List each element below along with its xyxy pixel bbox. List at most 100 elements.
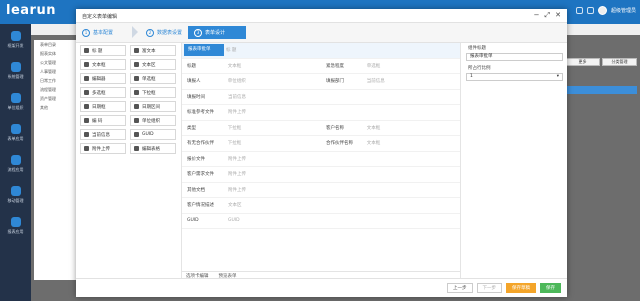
palette-upload[interactable]: 附件上传 xyxy=(80,143,126,154)
organization-icon xyxy=(134,118,139,123)
palette-title[interactable]: 标 题 xyxy=(80,45,126,56)
component-palette: 标 题富文本 文本框 文本区 编辑器 单选框 多选框 下拉框 日期框 日期区间 编 码单… xyxy=(80,45,178,157)
palette-guid[interactable]: GUID xyxy=(130,129,176,140)
properties-panel: 组件标题 报表审批单 所占行比例 1 ▾ xyxy=(466,45,563,81)
maximize-icon[interactable]: ⤢ xyxy=(545,12,551,19)
palette-date-range[interactable]: 日期区间 xyxy=(130,101,176,112)
minimize-icon[interactable]: − xyxy=(534,12,540,19)
rich-text-icon xyxy=(134,48,139,53)
field-value: 附件上传 xyxy=(228,172,246,178)
form-row[interactable]: 有无合作伙伴 下拉框 合作伙伴名称 文本框 xyxy=(182,136,460,152)
nav-item[interactable]: 表单应用 xyxy=(0,117,31,148)
step-basic-config[interactable]: 1 基本配置 xyxy=(76,26,136,39)
component-title-label: 组件标题 xyxy=(468,46,486,51)
palette-edit-table[interactable]: 编辑表格 xyxy=(130,143,176,154)
row-ratio-select[interactable]: 1 ▾ xyxy=(466,73,563,81)
title-icon xyxy=(84,48,89,53)
tree-item[interactable]: 其他 xyxy=(34,103,78,112)
background-panel: 表单目录 报表实体 公文管理 人事管理 日常工作 流程管理 资产管理 其他 xyxy=(34,40,78,280)
user-name[interactable]: 超级管理员 xyxy=(611,7,636,14)
window-controls: − ⤢ ✕ xyxy=(534,12,561,19)
form-canvas: 报表审批单 标 题 标题 文本框 紧急程度 单选框 填报人 单位组织 填报部门 当前信息 填… xyxy=(181,43,461,278)
field-label: 报价文件 xyxy=(187,156,205,162)
field-value: 单选框 xyxy=(366,63,381,69)
palette-editor[interactable]: 编辑器 xyxy=(80,73,126,84)
form-row[interactable]: 标题 文本框 紧急程度 单选框 xyxy=(182,59,460,74)
tree-item[interactable]: 人事管理 xyxy=(34,67,78,76)
field-value: 当前信息 xyxy=(366,79,385,85)
tree-item[interactable]: 公文管理 xyxy=(34,58,78,67)
field-label: 填报人 xyxy=(187,79,201,85)
field-label: 有无合作伙伴 xyxy=(187,141,214,147)
nav-item[interactable]: 框架开发 xyxy=(0,24,31,55)
palette-code[interactable]: 编 码 xyxy=(80,115,126,126)
palette-date[interactable]: 日期框 xyxy=(80,101,126,112)
palette-rich-text[interactable]: 富文本 xyxy=(130,45,176,56)
textarea-icon xyxy=(134,62,139,67)
left-nav: 框架开发 系统管理 单位组织 表单应用 流程应用 移动管理 报表应用 xyxy=(0,24,31,301)
form-row[interactable]: GUID GUID xyxy=(182,214,460,229)
step-label: 表单设计 xyxy=(205,30,226,36)
info-icon xyxy=(84,132,89,137)
avatar[interactable] xyxy=(597,6,607,15)
field-value: GUID xyxy=(228,218,240,224)
nav-item[interactable]: 报表应用 xyxy=(0,210,31,241)
field-value: 下拉框 xyxy=(227,141,242,147)
form-row[interactable]: 客户情况描述 文本区 xyxy=(182,198,460,214)
nav-item[interactable]: 流程应用 xyxy=(0,148,31,179)
next-step-button[interactable]: 下一步 xyxy=(476,283,502,293)
tree-item[interactable]: 日常工作 xyxy=(34,76,78,85)
field-label: 紧急程度 xyxy=(326,63,344,69)
palette-textarea[interactable]: 文本区 xyxy=(130,59,176,70)
field-label: 客户名称 xyxy=(326,125,344,131)
palette-checkbox[interactable]: 多选框 xyxy=(80,87,126,98)
form-row[interactable]: 填报人 单位组织 填报部门 当前信息 xyxy=(182,74,460,90)
save-draft-button[interactable]: 保存草稿 xyxy=(506,283,536,293)
nav-icon xyxy=(10,154,21,165)
form-row[interactable]: 客户需求文件 附件上传 xyxy=(182,167,460,183)
field-label: 填报时间 xyxy=(187,94,205,100)
prev-step-button[interactable]: 上一步 xyxy=(447,283,473,293)
selected-row-bar xyxy=(565,86,637,94)
palette-organization[interactable]: 单位组织 xyxy=(130,115,176,126)
component-title-input[interactable]: 报表审批单 xyxy=(466,53,563,61)
close-icon[interactable]: ✕ xyxy=(555,12,561,19)
save-button[interactable]: 保存 xyxy=(540,283,561,293)
field-label: 填报部门 xyxy=(326,79,344,85)
form-row[interactable]: 其他文档 附件上传 xyxy=(182,183,460,198)
palette-current-info[interactable]: 当前信息 xyxy=(80,129,126,140)
textbox-icon xyxy=(84,62,89,67)
tree-item[interactable]: 流程管理 xyxy=(34,85,78,94)
more-button[interactable]: 更多 xyxy=(565,58,600,66)
nav-icon xyxy=(10,30,21,41)
step-form-design[interactable]: 3 表单设计 xyxy=(188,26,246,39)
category-button[interactable]: 分类管理 xyxy=(602,58,637,66)
section-tag[interactable]: 报表审批单 xyxy=(184,44,224,57)
nav-icon xyxy=(10,61,21,72)
form-row[interactable]: 报价文件 附件上传 xyxy=(182,152,460,167)
form-row[interactable]: 填报时间 当前信息 xyxy=(182,90,460,105)
field-value: 下拉框 xyxy=(227,125,242,131)
field-value: 单位组织 xyxy=(227,79,246,85)
wizard-steps: 1 基本配置 2 数据表设置 3 表单设计 xyxy=(76,23,567,43)
palette-textbox[interactable]: 文本框 xyxy=(80,59,126,70)
tree-item[interactable]: 报表实体 xyxy=(34,49,78,58)
form-row[interactable]: 类型 下拉框 客户名称 文本框 xyxy=(182,121,460,136)
step-arrow-icon xyxy=(132,26,138,38)
dropdown-icon xyxy=(134,90,139,95)
editor-icon xyxy=(84,76,89,81)
nav-item[interactable]: 单位组织 xyxy=(0,86,31,117)
palette-radio[interactable]: 单选框 xyxy=(130,73,176,84)
form-row[interactable]: 标准参考文件 附件上传 xyxy=(182,105,460,121)
step-label: 数据表设置 xyxy=(157,30,183,36)
field-value: 附件上传 xyxy=(228,110,246,116)
step-number: 3 xyxy=(194,28,202,37)
bell-icon[interactable] xyxy=(586,7,594,14)
nav-item[interactable]: 系统管理 xyxy=(0,55,31,86)
tree-item[interactable]: 资产管理 xyxy=(34,94,78,103)
palette-dropdown[interactable]: 下拉框 xyxy=(130,87,176,98)
form-row-selected[interactable]: 报表审批单 标 题 xyxy=(182,43,460,59)
nav-item[interactable]: 移动管理 xyxy=(0,179,31,210)
message-icon[interactable] xyxy=(575,7,583,14)
step-number: 1 xyxy=(82,28,90,37)
